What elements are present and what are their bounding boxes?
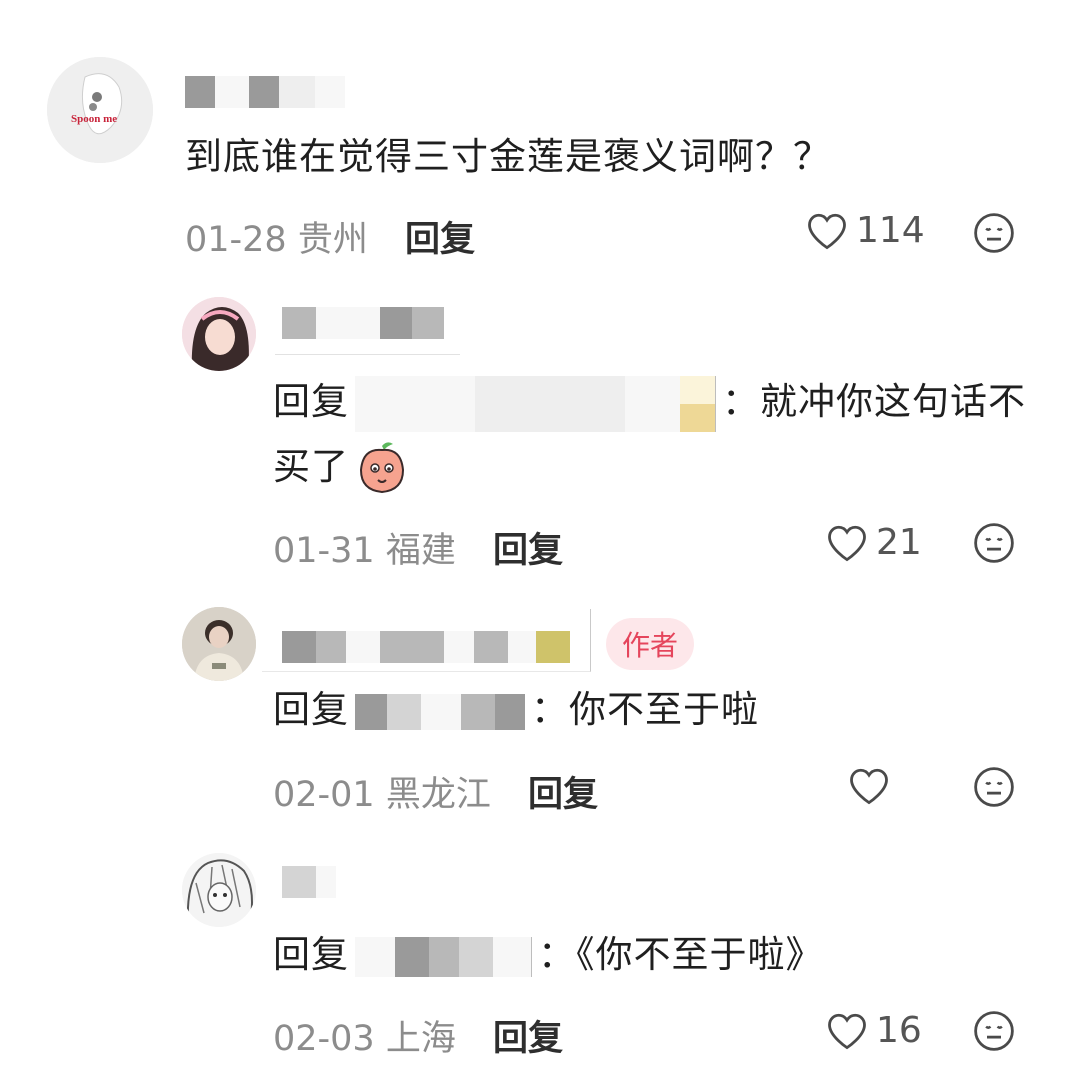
avatar-text: Spoon me: [71, 113, 118, 125]
reply-text: ：就冲你这句话不: [722, 380, 1026, 423]
like-count: 16: [876, 1010, 922, 1051]
dislike-button[interactable]: [973, 522, 1015, 568]
like-button[interactable]: [848, 766, 898, 806]
heart-icon: [808, 213, 846, 249]
reply-button[interactable]: 回复: [528, 775, 598, 815]
dislike-button[interactable]: [973, 766, 1015, 812]
comment-date: 01-31: [273, 531, 375, 571]
author-badge: 作者: [606, 618, 695, 670]
avatar-image: [182, 607, 256, 681]
heart-icon: [828, 1013, 866, 1049]
reply-prefix: 回复: [273, 688, 349, 731]
heart-icon: [828, 525, 866, 561]
comment-text: 回复 ：就冲你这句话不: [273, 374, 1026, 432]
reply-prefix: 回复: [273, 380, 349, 423]
like-count: 21: [876, 522, 922, 563]
mentioned-user-redacted[interactable]: [355, 375, 716, 432]
username-redacted[interactable]: [185, 76, 345, 108]
like-button[interactable]: 114: [806, 210, 925, 251]
peach-emoji-icon: [359, 442, 405, 494]
heart-icon: [850, 768, 888, 805]
comment-text: 到底谁在觉得三寸金莲是褒义词啊？？: [185, 135, 831, 178]
reply-text: ：你不至于啦: [531, 688, 759, 731]
comment-location: 上海: [385, 1019, 456, 1059]
avatar[interactable]: [182, 297, 256, 371]
like-button[interactable]: 21: [826, 522, 922, 563]
mentioned-user-redacted[interactable]: [355, 693, 525, 730]
reply-button[interactable]: 回复: [405, 220, 475, 260]
meh-face-icon: [974, 1011, 1014, 1051]
comment-location: 贵州: [297, 220, 368, 260]
like-count: 114: [856, 210, 925, 251]
meh-face-icon: [974, 523, 1014, 563]
comment-text: 回复 ：《你不至于啦》: [273, 927, 824, 983]
avatar-image: [47, 57, 153, 163]
comment-location: 黑龙江: [385, 775, 491, 815]
reply-text: ：《你不至于啦》: [538, 933, 824, 976]
comment-location: 福建: [385, 531, 456, 571]
username-redacted[interactable]: [282, 307, 444, 339]
comment-date: 02-01: [273, 775, 375, 815]
avatar-image: [182, 853, 256, 927]
reply-button[interactable]: 回复: [493, 1019, 563, 1059]
reply-prefix: 回复: [273, 933, 349, 976]
comment-date: 02-03: [273, 1019, 375, 1059]
dislike-button[interactable]: [973, 1010, 1015, 1056]
comment-date: 01-28: [185, 220, 287, 260]
comment-meta: 02-01 黑龙江 回复: [273, 766, 598, 817]
avatar[interactable]: [182, 607, 256, 681]
divider: [275, 354, 460, 355]
reply-button[interactable]: 回复: [493, 531, 563, 571]
meh-face-icon: [974, 767, 1014, 807]
username-redacted[interactable]: [262, 609, 591, 672]
like-button[interactable]: 16: [826, 1010, 922, 1051]
meh-face-icon: [974, 213, 1014, 253]
comment-text-line2: 买了: [273, 438, 411, 496]
avatar[interactable]: [182, 853, 256, 927]
dislike-button[interactable]: [973, 212, 1015, 258]
reply-text: 买了: [273, 445, 349, 488]
avatar[interactable]: Spoon me: [47, 57, 153, 163]
username-redacted[interactable]: [282, 866, 336, 898]
avatar-image: [182, 297, 256, 371]
mentioned-user-redacted[interactable]: [355, 936, 532, 977]
comment-text: 回复 ：你不至于啦: [273, 682, 759, 738]
comment-meta: 01-31 福建 回复: [273, 522, 563, 573]
comment-meta: 01-28 贵州 回复: [185, 211, 475, 262]
comment-meta: 02-03 上海 回复: [273, 1010, 563, 1061]
